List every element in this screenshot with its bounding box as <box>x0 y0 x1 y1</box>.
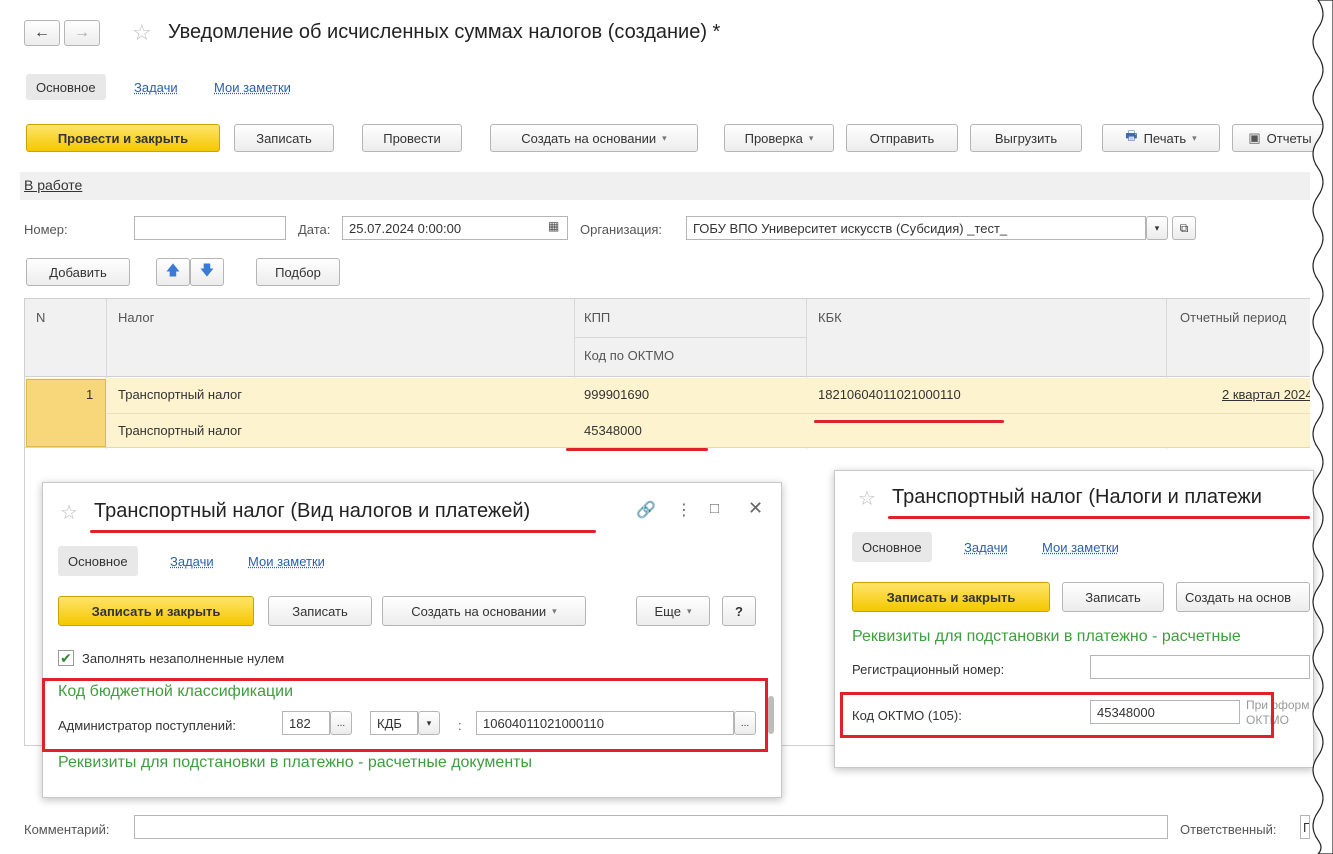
annotation-oktmo-box <box>840 692 1274 738</box>
reg-number-label: Регистрационный номер: <box>852 662 1005 677</box>
printer-icon: 🖶 <box>1125 128 1138 143</box>
save-button[interactable]: Записать <box>234 124 334 152</box>
close-icon[interactable]: ✕ <box>748 498 763 519</box>
requisites-section-heading: Реквизиты для подстановки в платежно - р… <box>58 754 532 771</box>
column-header-period: Отчетный период <box>1180 310 1287 325</box>
date-label: Дата: <box>298 222 331 237</box>
dialog1-create-based-button[interactable]: Создать на основании ▾ <box>382 596 586 626</box>
dialog2-star-icon[interactable]: ☆ <box>858 486 876 511</box>
dialog1-title: Транспортный налог (Вид налогов и платеж… <box>94 500 531 522</box>
fill-zero-checkbox[interactable]: ✔ <box>58 650 74 666</box>
chevron-down-icon: ▾ <box>808 132 814 143</box>
chevron-down-icon: ▾ <box>662 132 667 143</box>
tab-notes[interactable]: Мои заметки <box>204 74 301 100</box>
dialog1-tab-notes[interactable]: Мои заметки <box>238 548 335 574</box>
back-button[interactable]: ← <box>24 20 60 46</box>
calendar-icon[interactable]: ▦ <box>548 219 559 233</box>
dialog1-more-button[interactable]: Еще ▾ <box>636 596 710 626</box>
dialog1-help-button[interactable]: ? <box>722 596 756 626</box>
status-bar <box>20 172 1310 200</box>
dialog1-star-icon[interactable]: ☆ <box>60 500 78 525</box>
create-based-button[interactable]: Создать на основании ▾ <box>490 124 698 152</box>
link-icon[interactable]: 🔗 <box>636 500 656 520</box>
send-button[interactable]: Отправить <box>846 124 958 152</box>
dialog2-save-button[interactable]: Записать <box>1062 582 1164 612</box>
dialog2-title: Транспортный налог (Налоги и платежи <box>892 486 1262 508</box>
dialog2-tab-tasks[interactable]: Задачи <box>954 534 1018 560</box>
dialog2-tab-notes[interactable]: Мои заметки <box>1032 534 1129 560</box>
column-header-tax: Налог <box>118 310 155 325</box>
row-period[interactable]: 2 квартал 2024 <box>1222 387 1310 402</box>
tab-main[interactable]: Основное <box>26 74 106 100</box>
dialog1-tab-tasks[interactable]: Задачи <box>160 548 224 574</box>
move-up-button[interactable]: 🡅 <box>156 258 190 286</box>
reg-number-field[interactable] <box>1090 655 1310 679</box>
post-button[interactable]: Провести <box>362 124 462 152</box>
chevron-down-icon: ▾ <box>1192 132 1197 143</box>
annotation-oktmo-underline <box>566 448 708 451</box>
arrow-up-icon: 🡅 <box>165 262 181 278</box>
column-header-n: N <box>36 310 46 325</box>
dialog2-requisites-heading: Реквизиты для подстановки в платежно - р… <box>852 628 1241 645</box>
row-kbk[interactable]: 18210604011021000110 <box>818 387 961 402</box>
row-kpp[interactable]: 999901690 <box>584 387 649 402</box>
row-tax-secondary[interactable]: Транспортный налог <box>118 423 242 438</box>
dialog2-create-based-button[interactable]: Создать на основ <box>1176 582 1310 612</box>
organization-label: Организация: <box>580 222 663 237</box>
status-link[interactable]: В работе <box>24 177 82 193</box>
fill-zero-label: Заполнять незаполненные нулем <box>82 651 285 666</box>
column-header-oktmo: Код по ОКТМО <box>584 348 675 363</box>
annotation-kbk-box <box>42 678 768 752</box>
responsible-field[interactable]: Гла <box>1300 815 1310 839</box>
check-button[interactable]: Проверка ▾ <box>724 124 834 152</box>
row-tax[interactable]: Транспортный налог <box>118 387 242 402</box>
select-button[interactable]: Подбор <box>256 258 340 286</box>
organization-dropdown-button[interactable]: ▾ <box>1146 216 1168 240</box>
chevron-down-icon: ▾ <box>552 605 557 616</box>
torn-edge-decoration <box>1312 0 1333 854</box>
date-field[interactable]: 25.07.2024 0:00:00 <box>342 216 568 240</box>
annotation-kbk-underline <box>814 420 1004 423</box>
row-oktmo[interactable]: 45348000 <box>584 423 642 438</box>
annotation-dialog2-title-underline <box>888 516 1310 519</box>
chevron-down-icon: ▾ <box>686 605 692 616</box>
dialog2-save-close-button[interactable]: Записать и закрыть <box>852 582 1050 612</box>
report-icon: ▣ <box>1248 130 1261 145</box>
favorite-star-icon[interactable]: ☆ <box>132 20 152 46</box>
add-row-button[interactable]: Добавить <box>26 258 130 286</box>
more-actions-icon[interactable]: ⋮ <box>676 500 692 520</box>
annotation-dialog1-title-underline <box>90 530 596 533</box>
row-number: 1 <box>86 387 94 402</box>
arrow-down-icon: 🡇 <box>199 262 215 278</box>
column-header-kpp: КПП <box>584 310 611 325</box>
dialog1-tab-main[interactable]: Основное <box>58 546 138 576</box>
tab-tasks[interactable]: Задачи <box>124 74 188 100</box>
post-and-close-button[interactable]: Провести и закрыть <box>26 124 220 152</box>
number-field[interactable] <box>134 216 286 240</box>
responsible-label: Ответственный: <box>1180 822 1277 837</box>
open-organization-icon[interactable]: ⧉ <box>1172 216 1196 240</box>
forward-button[interactable]: → <box>64 20 100 46</box>
comment-label: Комментарий: <box>24 822 110 837</box>
number-label: Номер: <box>24 222 68 237</box>
window-title: Уведомление об исчисленных суммах налого… <box>168 21 721 43</box>
export-button[interactable]: Выгрузить <box>970 124 1082 152</box>
comment-field[interactable] <box>134 815 1168 839</box>
print-button[interactable]: 🖶 Печать ▾ <box>1102 124 1220 152</box>
table-header <box>25 299 1310 377</box>
dialog1-save-close-button[interactable]: Записать и закрыть <box>58 596 254 626</box>
dialog1-save-button[interactable]: Записать <box>268 596 372 626</box>
column-header-kbk: КБК <box>818 310 842 325</box>
dialog2-tab-main[interactable]: Основное <box>852 532 932 562</box>
move-down-button[interactable]: 🡇 <box>190 258 224 286</box>
organization-field[interactable]: ГОБУ ВПО Университет искусств (Субсидия)… <box>686 216 1146 240</box>
maximize-icon[interactable]: □ <box>710 500 719 517</box>
